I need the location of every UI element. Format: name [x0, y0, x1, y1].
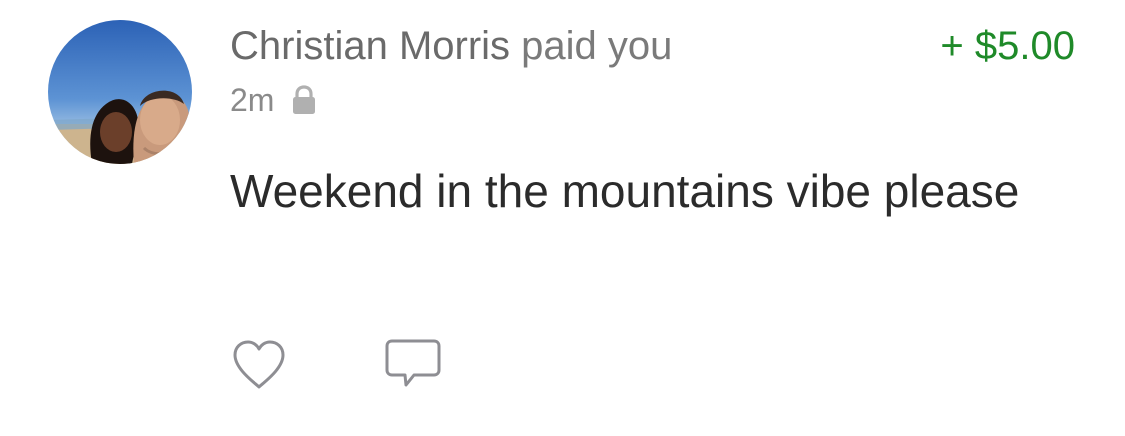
action-bar: [230, 336, 442, 394]
lock-icon: [292, 85, 316, 115]
sender-name[interactable]: Christian Morris: [230, 24, 510, 68]
payment-action: paid you: [521, 24, 673, 68]
like-button[interactable]: [230, 336, 288, 394]
payment-description: Christian Morris paid you: [230, 22, 672, 70]
avatar[interactable]: [48, 20, 192, 164]
payment-amount: + $5.00: [940, 24, 1075, 68]
payment-message: Weekend in the mountains vibe please: [230, 165, 1020, 217]
timestamp: 2m: [230, 82, 275, 118]
comment-icon: [385, 339, 441, 387]
comment-button[interactable]: [384, 336, 442, 394]
payment-meta: 2m: [230, 80, 316, 120]
heart-icon: [233, 340, 285, 389]
avatar-photo: [48, 20, 192, 164]
payment-feed-item[interactable]: Christian Morris paid you + $5.00 2m Wee…: [0, 0, 1125, 436]
